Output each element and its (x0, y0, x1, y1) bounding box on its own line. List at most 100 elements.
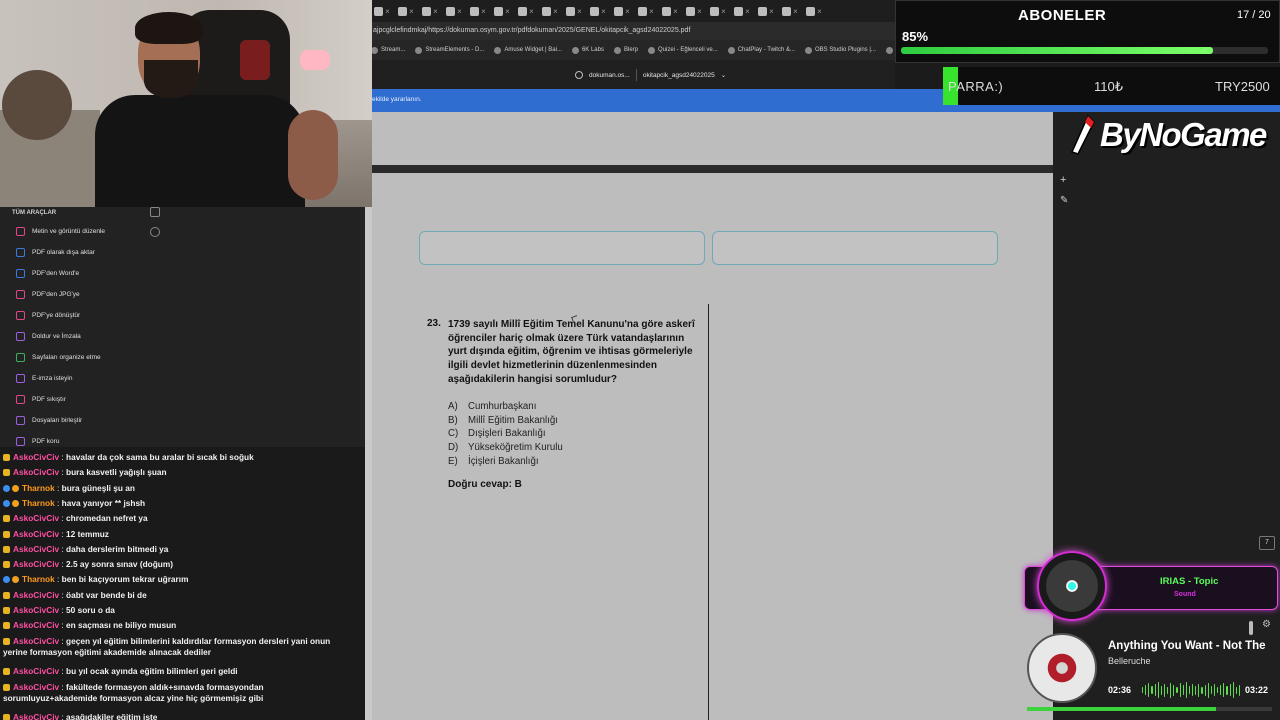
chat-username[interactable]: AskoCivCiv (13, 513, 59, 523)
bookmark-item[interactable]: StreamElements - D... (415, 46, 484, 54)
bookmark-item[interactable]: Quizei - Eğlenceli ve... (648, 46, 718, 54)
tool-item[interactable]: PDF'ye dönüştür (16, 311, 80, 320)
gear-icon[interactable]: ⚙ (1262, 619, 1271, 630)
chat-username[interactable]: AskoCivCiv (13, 682, 59, 692)
verified-badge-icon (3, 499, 10, 507)
browser-tab[interactable]: × (565, 4, 583, 18)
close-icon[interactable]: × (433, 7, 438, 16)
teddy-bear (2, 70, 72, 140)
streamer-arm (288, 110, 338, 200)
close-icon[interactable]: × (721, 7, 726, 16)
browser-tab[interactable]: × (685, 4, 703, 18)
bookmark-item[interactable]: ChatPlay - Twitch &... (727, 46, 795, 54)
chat-text: havalar da çok sama bu aralar bi sıcak b… (66, 452, 254, 462)
browser-tab[interactable]: × (421, 4, 439, 18)
chat-username[interactable]: AskoCivCiv (13, 467, 59, 477)
text-select-icon[interactable] (150, 207, 160, 217)
tool-icon (16, 248, 25, 257)
address-bar[interactable]: ajpcglclefindmkaj/https://dokuman.osym.g… (365, 22, 895, 40)
browser-tab[interactable]: × (493, 4, 511, 18)
tool-item[interactable]: E-imza isteyin (16, 374, 72, 383)
plus-icon[interactable]: + (1060, 174, 1066, 186)
subscriber-badge-icon (3, 683, 10, 691)
bookmark-icon (727, 46, 735, 54)
chat-username[interactable]: AskoCivCiv (13, 712, 59, 720)
close-icon[interactable]: × (625, 7, 630, 16)
chat-username[interactable]: AskoCivCiv (13, 605, 59, 615)
chat-username[interactable]: Tharnok (22, 483, 55, 493)
browser-tab[interactable]: × (469, 4, 487, 18)
track-progress-fill (1027, 707, 1216, 711)
browser-tab[interactable]: × (541, 4, 559, 18)
chat-text: bura kasvetli yağışlı şuan (66, 467, 167, 478)
close-icon[interactable]: × (481, 7, 486, 16)
tab-favicon-icon (686, 6, 696, 16)
chat-separator: : (59, 666, 67, 677)
tool-item[interactable]: PDF'den JPG'ye (16, 290, 80, 299)
browser-tab[interactable]: × (445, 4, 463, 18)
browser-tab[interactable]: × (589, 4, 607, 18)
pen-icon[interactable]: ✎ (1060, 195, 1068, 206)
browser-tab-strip[interactable]: × × × × × × × × × × × × × × × × × × × (365, 0, 895, 22)
scroll-handle[interactable] (1249, 621, 1253, 635)
chat-username[interactable]: AskoCivCiv (13, 620, 59, 630)
close-icon[interactable]: × (553, 7, 558, 16)
chat-username[interactable]: Tharnok (22, 574, 55, 584)
bookmark-item[interactable]: GravaGa... (885, 46, 895, 54)
close-icon[interactable]: × (793, 7, 798, 16)
bookmark-item[interactable]: OBS Studio Plugins |... (804, 46, 876, 54)
page-number-badge[interactable]: 7 (1259, 536, 1275, 550)
chat-username[interactable]: AskoCivCiv (13, 590, 59, 600)
browser-tab[interactable]: × (733, 4, 751, 18)
tool-item[interactable]: PDF koru (16, 437, 59, 446)
close-icon[interactable]: × (385, 7, 390, 16)
bookmark-item[interactable]: Stream... (371, 46, 405, 54)
close-icon[interactable]: × (769, 7, 774, 16)
tool-item[interactable]: PDF'den Word'e (16, 269, 79, 278)
bits-badge-icon (12, 576, 19, 584)
chat-username[interactable]: AskoCivCiv (13, 666, 59, 676)
close-icon[interactable]: × (529, 7, 534, 16)
file-breadcrumb[interactable]: dokuman.os... okitapcik_agsd24022025 ⌄ (575, 69, 726, 81)
close-icon[interactable]: × (577, 7, 582, 16)
bookmark-item[interactable]: Blerp (613, 46, 638, 54)
browser-tab[interactable]: × (709, 4, 727, 18)
chat-username[interactable]: AskoCivCiv (13, 544, 59, 554)
chevron-down-icon[interactable]: ⌄ (721, 71, 726, 79)
browser-tab[interactable]: × (661, 4, 679, 18)
tool-item[interactable]: Doldur ve İmzala (16, 332, 81, 341)
tool-item[interactable]: PDF sıkıştır (16, 395, 66, 404)
chat-username[interactable]: AskoCivCiv (13, 452, 59, 462)
bookmark-item[interactable]: 6K Labs (571, 46, 604, 54)
browser-tab[interactable]: × (757, 4, 775, 18)
browser-tab[interactable]: × (805, 4, 823, 18)
browser-tab[interactable]: × (613, 4, 631, 18)
close-icon[interactable]: × (673, 7, 678, 16)
browser-tab[interactable]: × (781, 4, 799, 18)
tool-item[interactable]: Metin ve görüntü düzenle (16, 227, 105, 236)
chat-username[interactable]: AskoCivCiv (13, 529, 59, 539)
close-icon[interactable]: × (649, 7, 654, 16)
browser-tab[interactable]: × (397, 4, 415, 18)
close-icon[interactable]: × (601, 7, 606, 16)
close-icon[interactable]: × (697, 7, 702, 16)
browser-tab[interactable]: × (637, 4, 655, 18)
breadcrumb-domain[interactable]: dokuman.os... (589, 72, 630, 79)
chat-username[interactable]: AskoCivCiv (13, 636, 59, 646)
bookmark-item[interactable]: Amuse Widget | Bai... (494, 46, 562, 54)
breadcrumb-file[interactable]: okitapcik_agsd24022025 (643, 72, 715, 79)
close-icon[interactable]: × (505, 7, 510, 16)
close-icon[interactable]: × (817, 7, 822, 16)
close-icon[interactable]: × (409, 7, 414, 16)
close-icon[interactable]: × (745, 7, 750, 16)
tool-item[interactable]: Dosyaları birleştir (16, 416, 82, 425)
browser-tab[interactable]: × (517, 4, 535, 18)
chat-username[interactable]: AskoCivCiv (13, 559, 59, 569)
tool-icon (16, 269, 25, 278)
close-icon[interactable]: × (457, 7, 462, 16)
tool-item[interactable]: Sayfaları organize etme (16, 353, 101, 362)
search-icon[interactable] (150, 227, 160, 237)
browser-tab[interactable]: × (373, 4, 391, 18)
tool-item[interactable]: PDF olarak dışa aktar (16, 248, 95, 257)
chat-username[interactable]: Tharnok (22, 498, 55, 508)
